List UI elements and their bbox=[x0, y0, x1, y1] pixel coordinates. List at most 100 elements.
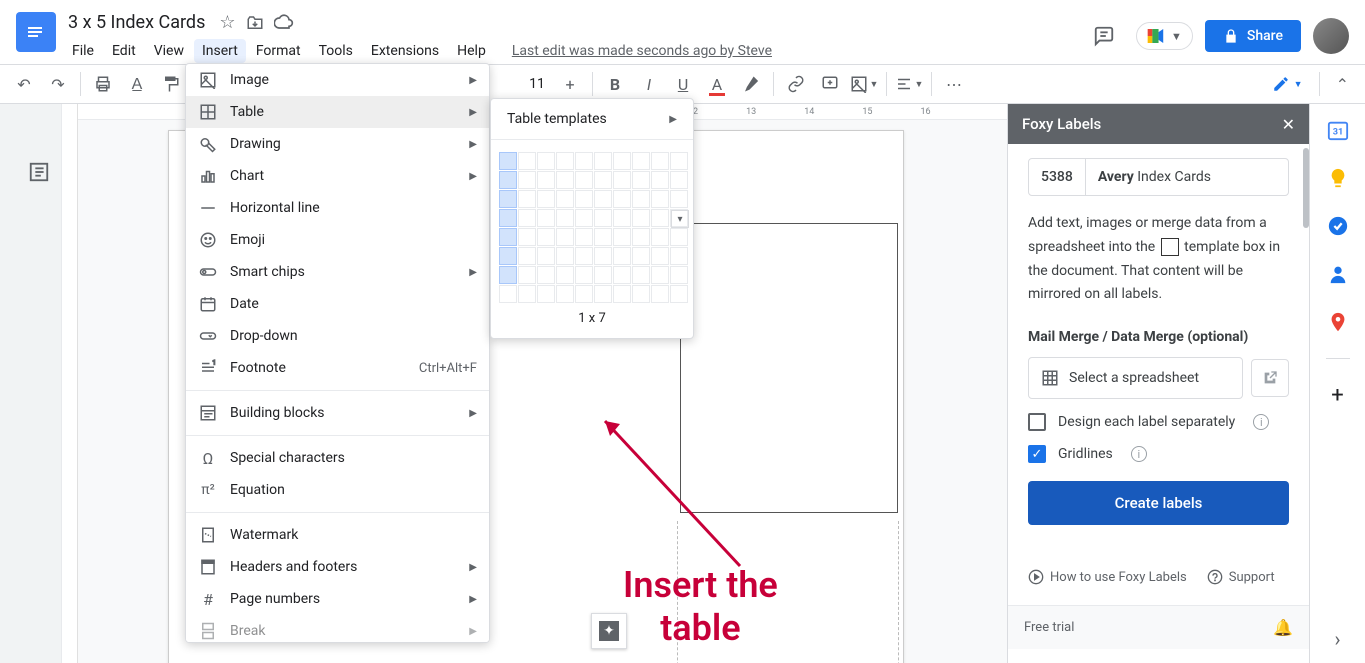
how-to-link[interactable]: How to use Foxy Labels bbox=[1028, 569, 1187, 585]
grid-cell[interactable] bbox=[575, 171, 593, 189]
add-comment-button[interactable] bbox=[814, 68, 846, 100]
grid-cell[interactable] bbox=[670, 266, 688, 284]
notifications-icon[interactable]: 🔔 bbox=[1273, 618, 1293, 637]
grid-cell[interactable] bbox=[651, 209, 669, 227]
grid-cell[interactable] bbox=[613, 247, 631, 265]
grid-cell[interactable] bbox=[556, 285, 574, 303]
insert-pagenum[interactable]: #Page numbers▶ bbox=[186, 583, 489, 615]
font-size[interactable]: 11 bbox=[522, 72, 552, 96]
explore-button[interactable]: ✦ bbox=[591, 613, 627, 649]
grid-cell[interactable] bbox=[670, 152, 688, 170]
insert-footnote[interactable]: 1FootnoteCtrl+Alt+F bbox=[186, 352, 489, 384]
grid-cell[interactable] bbox=[556, 247, 574, 265]
undo-button[interactable]: ↶ bbox=[8, 68, 40, 100]
menu-insert[interactable]: Insert bbox=[194, 39, 246, 63]
select-spreadsheet-button[interactable]: Select a spreadsheet bbox=[1028, 357, 1243, 399]
open-external-button[interactable] bbox=[1251, 359, 1289, 397]
hide-rail-button[interactable]: › bbox=[1326, 627, 1350, 651]
insert-image-button[interactable]: ▼ bbox=[848, 68, 880, 100]
submenu-expand-icon[interactable]: ▾ bbox=[671, 210, 689, 228]
comments-icon[interactable] bbox=[1084, 16, 1124, 56]
menu-edit[interactable]: Edit bbox=[104, 39, 144, 63]
info-icon[interactable]: i bbox=[1253, 414, 1269, 430]
grid-cell[interactable] bbox=[613, 285, 631, 303]
grid-cell[interactable] bbox=[556, 152, 574, 170]
docs-app-icon[interactable] bbox=[16, 12, 56, 52]
grid-cell[interactable] bbox=[651, 152, 669, 170]
grid-cell[interactable] bbox=[537, 190, 555, 208]
grid-cell[interactable] bbox=[575, 228, 593, 246]
grid-cell[interactable] bbox=[499, 171, 517, 189]
grid-cell[interactable] bbox=[632, 228, 650, 246]
grid-cell[interactable] bbox=[499, 247, 517, 265]
grid-cell[interactable] bbox=[613, 228, 631, 246]
grid-cell[interactable] bbox=[575, 266, 593, 284]
text-color-button[interactable]: A bbox=[701, 68, 733, 100]
grid-cell[interactable] bbox=[537, 152, 555, 170]
print-button[interactable] bbox=[87, 68, 119, 100]
insert-image[interactable]: Image▶ bbox=[186, 64, 489, 96]
grid-cell[interactable] bbox=[632, 266, 650, 284]
insert-pi[interactable]: π²Equation bbox=[186, 474, 489, 506]
support-link[interactable]: Support bbox=[1207, 569, 1275, 585]
panel-scrollbar[interactable] bbox=[1303, 148, 1309, 228]
insert-watermark[interactable]: Watermark bbox=[186, 519, 489, 551]
grid-cell[interactable] bbox=[651, 247, 669, 265]
underline-button[interactable]: U bbox=[667, 68, 699, 100]
insert-date[interactable]: Date bbox=[186, 288, 489, 320]
grid-cell[interactable] bbox=[499, 190, 517, 208]
grid-cell[interactable] bbox=[651, 171, 669, 189]
grid-cell[interactable] bbox=[537, 171, 555, 189]
menu-format[interactable]: Format bbox=[248, 39, 309, 63]
last-edit-link[interactable]: Last edit was made seconds ago by Steve bbox=[512, 43, 772, 59]
editing-mode-button[interactable]: ▼ bbox=[1264, 71, 1311, 97]
grid-cell[interactable] bbox=[575, 247, 593, 265]
grid-cell[interactable] bbox=[499, 285, 517, 303]
grid-cell[interactable] bbox=[537, 266, 555, 284]
grid-cell[interactable] bbox=[594, 247, 612, 265]
grid-cell[interactable] bbox=[556, 266, 574, 284]
grid-cell[interactable] bbox=[556, 190, 574, 208]
maps-app-icon[interactable] bbox=[1326, 310, 1350, 334]
get-addons-button[interactable]: + bbox=[1326, 383, 1350, 407]
grid-cell[interactable] bbox=[632, 209, 650, 227]
grid-cell[interactable] bbox=[575, 209, 593, 227]
outline-button[interactable] bbox=[19, 152, 59, 192]
grid-cell[interactable] bbox=[594, 228, 612, 246]
grid-cell[interactable] bbox=[518, 228, 536, 246]
menu-file[interactable]: File bbox=[64, 39, 102, 63]
collapse-button[interactable]: ⌃ bbox=[1328, 71, 1357, 98]
grid-cell[interactable] bbox=[594, 266, 612, 284]
gridlines-option[interactable]: ✓ Gridlines i bbox=[1028, 445, 1289, 463]
grid-cell[interactable] bbox=[632, 247, 650, 265]
grid-cell[interactable] bbox=[537, 209, 555, 227]
grid-cell[interactable] bbox=[518, 190, 536, 208]
insert-link-button[interactable] bbox=[780, 68, 812, 100]
star-icon[interactable]: ☆ bbox=[219, 12, 235, 33]
grid-cell[interactable] bbox=[556, 209, 574, 227]
grid-cell[interactable] bbox=[651, 228, 669, 246]
insert-chart[interactable]: Chart▶ bbox=[186, 160, 489, 192]
tasks-app-icon[interactable] bbox=[1326, 214, 1350, 238]
grid-cell[interactable] bbox=[575, 285, 593, 303]
grid-cell[interactable] bbox=[613, 266, 631, 284]
grid-cell[interactable] bbox=[594, 190, 612, 208]
insert-blocks[interactable]: Building blocks▶ bbox=[186, 397, 489, 429]
grid-cell[interactable] bbox=[632, 152, 650, 170]
grid-cell[interactable] bbox=[575, 152, 593, 170]
redo-button[interactable]: ↷ bbox=[42, 68, 74, 100]
insert-break[interactable]: Break▶ bbox=[186, 615, 489, 643]
grid-cell[interactable] bbox=[518, 152, 536, 170]
grid-cell[interactable] bbox=[613, 171, 631, 189]
grid-cell[interactable] bbox=[499, 209, 517, 227]
menu-tools[interactable]: Tools bbox=[311, 39, 361, 63]
align-button[interactable]: ▼ bbox=[893, 68, 925, 100]
grid-cell[interactable] bbox=[518, 171, 536, 189]
paint-format-button[interactable] bbox=[155, 68, 187, 100]
grid-cell[interactable] bbox=[499, 266, 517, 284]
keep-app-icon[interactable] bbox=[1326, 166, 1350, 190]
grid-cell[interactable] bbox=[670, 285, 688, 303]
insert-omega[interactable]: ΩSpecial characters bbox=[186, 442, 489, 474]
grid-cell[interactable] bbox=[537, 228, 555, 246]
grid-cell[interactable] bbox=[499, 152, 517, 170]
